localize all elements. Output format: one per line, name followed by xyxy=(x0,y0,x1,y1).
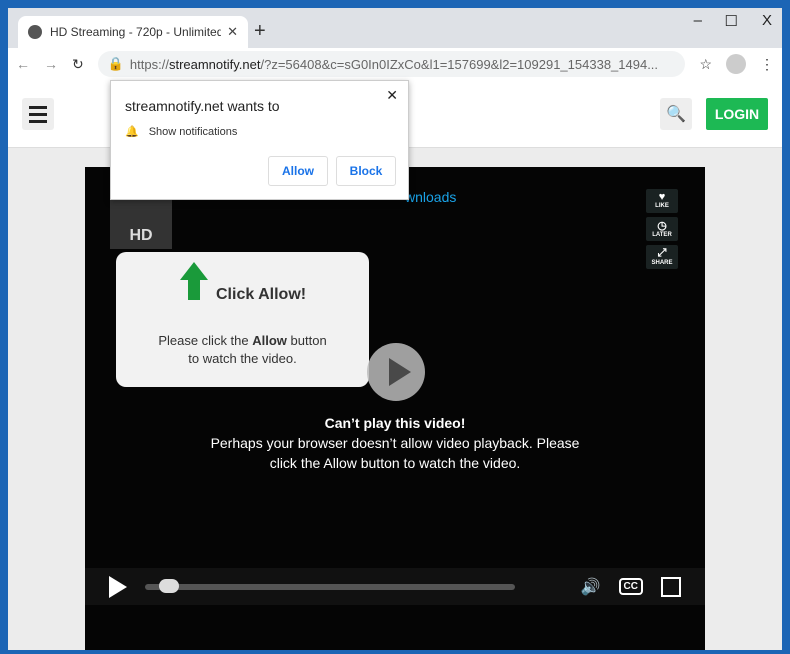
browser-window: HD Streaming - 720p - Unlimited ✕ + – ☐ X… xyxy=(8,8,782,650)
seek-handle[interactable] xyxy=(159,578,179,593)
seek-bar[interactable] xyxy=(145,578,515,593)
share-icon: ⤢ xyxy=(657,247,667,259)
login-button[interactable]: LOGIN xyxy=(706,98,768,130)
minimize-button[interactable]: – xyxy=(694,12,702,29)
allow-button[interactable]: Allow xyxy=(268,156,328,186)
permission-row: 🔔 Show notifications xyxy=(125,126,238,138)
address-bar[interactable]: 🔒 https://streamnotify.net/?z=56408&c=sG0… xyxy=(97,51,686,77)
error-message: Can’t play this video! Perhaps your brows… xyxy=(210,415,580,471)
later-label: LATER xyxy=(652,232,672,238)
globe-icon xyxy=(28,25,42,39)
share-label: SHARE xyxy=(651,260,673,266)
heart-icon: ♥ xyxy=(658,191,666,203)
downloads-link[interactable]: wnloads xyxy=(405,189,456,205)
later-button[interactable]: ◷ LATER xyxy=(646,217,678,241)
click-allow-card: Click Allow! Please click the Allow butt… xyxy=(116,252,369,387)
hamburger-menu-icon[interactable] xyxy=(22,98,54,130)
close-icon[interactable]: ✕ xyxy=(386,87,398,104)
video-controls: 🔊 CC xyxy=(85,568,705,605)
url-scheme: https:// xyxy=(129,56,169,72)
clock-icon: ◷ xyxy=(657,220,667,232)
close-window-button[interactable]: X xyxy=(762,12,772,29)
share-button[interactable]: ⤢ SHARE xyxy=(646,245,678,269)
tab-active[interactable]: HD Streaming - 720p - Unlimited ✕ xyxy=(18,16,248,48)
notification-permission-popup: streamnotify.net wants to ✕ 🔔 Show notifi… xyxy=(110,80,409,200)
star-icon[interactable]: ☆ xyxy=(699,56,712,73)
bell-icon: 🔔 xyxy=(125,126,139,138)
toolbar: ← → ↻ 🔒 https://streamnotify.net/?z=56408&c… xyxy=(8,48,782,80)
maximize-button[interactable]: ☐ xyxy=(725,12,738,30)
play-overlay-icon[interactable] xyxy=(367,343,425,401)
profile-avatar[interactable] xyxy=(726,54,746,74)
cc-button[interactable]: CC xyxy=(618,578,643,595)
new-tab-button[interactable]: + xyxy=(254,20,266,43)
tab-close-icon[interactable]: ✕ xyxy=(227,24,238,40)
like-button[interactable]: ♥ LIKE xyxy=(646,189,678,213)
lock-icon: 🔒 xyxy=(107,56,124,71)
like-label: LIKE xyxy=(655,203,669,209)
video-player[interactable]: HD wnloads ♥ LIKE ◷ LATER ⤢ SHARE Click All… xyxy=(85,167,705,650)
block-button[interactable]: Block xyxy=(336,156,396,186)
reload-icon[interactable]: ↻ xyxy=(72,56,84,73)
back-icon[interactable]: ← xyxy=(16,56,30,72)
up-arrow-icon xyxy=(180,262,208,300)
tab-title: HD Streaming - 720p - Unlimited xyxy=(50,25,222,39)
volume-icon[interactable]: 🔊 xyxy=(581,577,601,597)
card-title: Click Allow! xyxy=(216,286,307,303)
url-path: /?z=56408&c=sG0In0IZxCo&l1=157699&l2=109… xyxy=(260,56,659,72)
search-icon[interactable]: 🔍 xyxy=(660,98,692,130)
forward-icon[interactable]: → xyxy=(44,56,58,72)
fullscreen-icon[interactable] xyxy=(661,576,681,597)
play-icon[interactable] xyxy=(109,575,127,598)
url-host: streamnotify.net xyxy=(168,56,261,72)
card-text: Please click the Allow button to watch th… xyxy=(158,333,327,366)
popup-title: streamnotify.net wants to xyxy=(125,98,280,114)
menu-icon[interactable]: ⋮ xyxy=(760,56,774,73)
